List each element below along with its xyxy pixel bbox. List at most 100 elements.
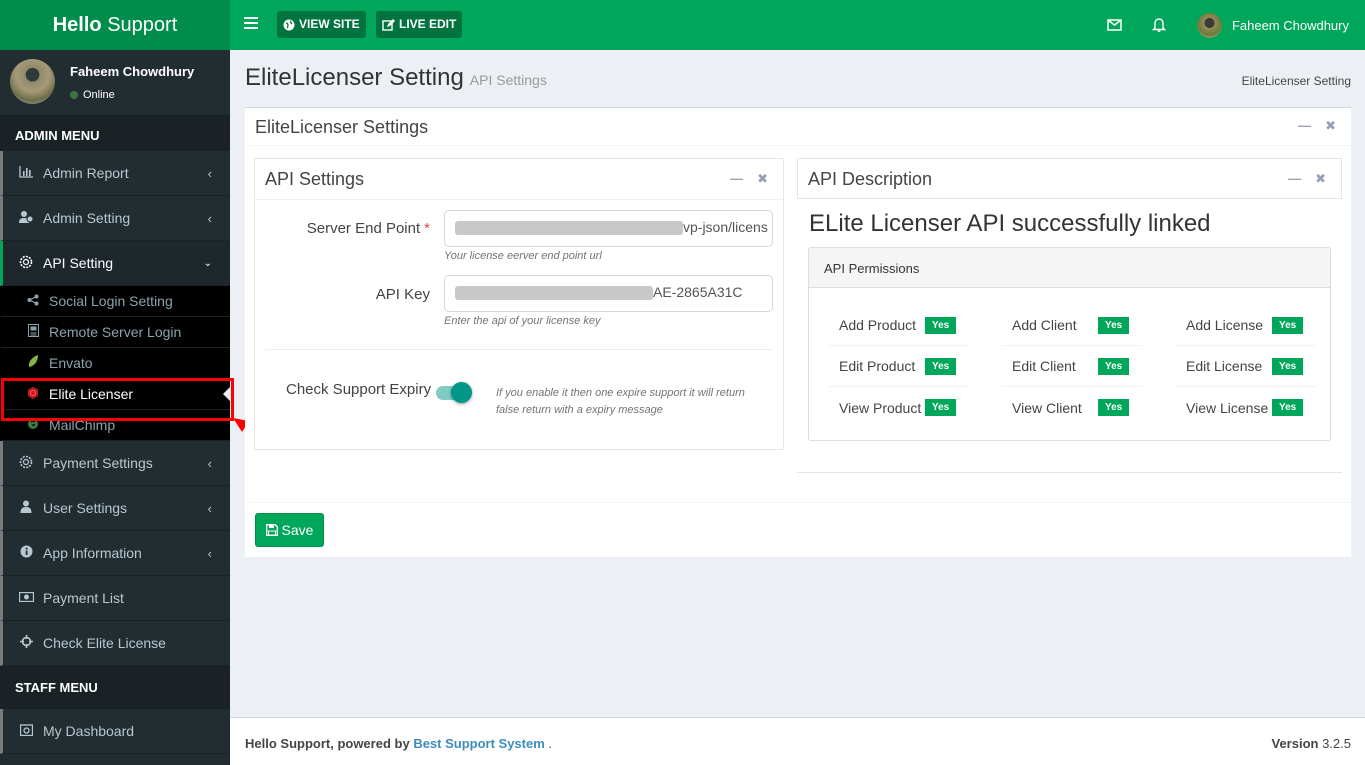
share-icon	[25, 294, 41, 309]
chevron-down-icon: ⌄	[203, 257, 212, 269]
mailchimp-icon	[25, 418, 41, 433]
permission-item: Edit Client Yes	[1002, 346, 1142, 387]
redacted-value	[455, 286, 653, 301]
check-support-expiry-label: Check Support Expiry	[286, 381, 432, 398]
close-icon[interactable]: ✖	[1325, 118, 1336, 134]
sidebar-item-payment-list[interactable]: Payment List	[0, 576, 230, 621]
money-icon	[17, 591, 35, 605]
api-key-input[interactable]: AE-2865A31C	[444, 275, 773, 312]
collapse-icon[interactable]: —	[1298, 118, 1311, 134]
server-end-point-help: Your license eerver end point url	[444, 250, 602, 262]
save-button[interactable]: Save	[255, 513, 324, 547]
api-description-header: API Description — ✖	[797, 158, 1342, 199]
sidebar-item-my-dashboard[interactable]: My Dashboard	[0, 709, 230, 754]
sidebar: Faheem Chowdhury Online ADMIN MENU Admin…	[0, 50, 230, 765]
floppy-disk-icon	[265, 524, 278, 536]
user-icon	[17, 500, 35, 516]
chevron-left-icon: ‹	[207, 455, 212, 471]
box-tools: — ✖	[1298, 118, 1336, 134]
divider	[265, 349, 773, 350]
sidebar-toggle-icon[interactable]	[244, 17, 258, 29]
status-badge: Yes	[1272, 316, 1304, 334]
view-site-button[interactable]: VIEW SITE	[277, 11, 366, 38]
sidebar-subitem-envato[interactable]: Envato	[0, 348, 230, 379]
gear-icon	[17, 455, 35, 472]
camera-icon	[17, 723, 35, 739]
status-badge: Yes	[1098, 399, 1130, 416]
server-icon	[25, 324, 41, 340]
leaf-icon	[25, 355, 41, 371]
server-end-point-input[interactable]: vp-json/licens	[444, 210, 773, 247]
collapse-icon[interactable]: —	[1288, 171, 1301, 187]
permission-item: Edit License Yes	[1176, 346, 1316, 387]
sidebar-item-user-settings[interactable]: User Settings ‹	[0, 486, 230, 531]
status-badge: Yes	[925, 316, 957, 334]
redacted-value	[455, 221, 683, 236]
users-cog-icon	[17, 210, 35, 226]
permission-item: Edit Product Yes	[829, 346, 969, 387]
close-icon[interactable]: ✖	[1315, 171, 1326, 187]
close-icon[interactable]: ✖	[757, 171, 768, 187]
status-badge: Yes	[925, 357, 957, 375]
status-badge: Yes	[1272, 399, 1304, 416]
online-dot-icon	[70, 91, 78, 99]
chevron-left-icon: ‹	[207, 500, 212, 516]
gear-icon	[17, 255, 35, 272]
sidebar-item-api-setting[interactable]: API Setting ⌄	[0, 241, 230, 286]
permission-item: View Client Yes	[1002, 387, 1142, 428]
api-setting-submenu: Social Login Setting Remote Server Login…	[0, 286, 230, 441]
collapse-icon[interactable]: —	[730, 171, 743, 187]
sidebar-item-payment-settings[interactable]: Payment Settings ‹	[0, 441, 230, 486]
sidebar-item-app-information[interactable]: App Information ‹	[0, 531, 230, 576]
sidebar-item-admin-report[interactable]: Admin Report ‹	[0, 151, 230, 196]
app-logo[interactable]: Hello Support	[0, 0, 230, 50]
permission-item: View License Yes	[1176, 387, 1316, 428]
info-icon	[17, 545, 35, 561]
check-support-expiry-help: If you enable it then one expire support…	[496, 387, 745, 416]
permission-item: Add Product Yes	[829, 305, 969, 346]
sidebar-subitem-mailchimp[interactable]: MailChimp	[0, 410, 230, 441]
permission-item: View Product Yes	[829, 387, 969, 428]
sidebar-item-admin-setting[interactable]: Admin Setting ‹	[0, 196, 230, 241]
user-panel: Faheem Chowdhury Online	[0, 50, 230, 115]
api-linked-message: ELite Licenser API successfully linked	[809, 210, 1211, 237]
page-subtitle: API Settings	[469, 72, 547, 88]
breadcrumb[interactable]: EliteLicenser Setting	[1242, 74, 1351, 88]
api-permissions-title: API Permissions	[809, 248, 1330, 288]
avatar	[1196, 13, 1222, 38]
shield-icon	[25, 386, 41, 402]
mail-icon[interactable]	[1107, 18, 1122, 34]
server-end-point-label: Server End Point *	[306, 220, 430, 237]
footer-link[interactable]: Best Support System	[413, 736, 544, 751]
box-footer-divider	[245, 502, 1351, 503]
globe-icon	[283, 19, 295, 30]
api-key-help: Enter the api of your license key	[444, 315, 601, 327]
box-tools: — ✖	[1288, 171, 1326, 187]
box-title: EliteLicenser Settings	[245, 108, 1351, 146]
content-header: EliteLicenser Setting API Settings	[245, 64, 547, 92]
api-key-label: API Key	[375, 286, 430, 303]
bell-icon[interactable]	[1151, 17, 1167, 35]
chevron-left-icon: ‹	[207, 165, 212, 181]
check-support-expiry-toggle[interactable]	[436, 382, 472, 403]
admin-menu-header: ADMIN MENU	[0, 115, 230, 151]
version-info: Version 3.2.5	[1271, 736, 1351, 751]
top-navbar: VIEW SITE LIVE EDIT Faheem Chowdhury	[230, 0, 1365, 50]
api-settings-header: API Settings — ✖	[255, 159, 783, 200]
user-status: Online	[70, 89, 115, 101]
chevron-left-icon: ‹	[207, 545, 212, 561]
page-title: EliteLicenser Setting	[245, 64, 464, 91]
avatar	[10, 59, 55, 104]
bar-chart-icon	[17, 165, 35, 181]
live-edit-button[interactable]: LIVE EDIT	[376, 11, 463, 38]
sidebar-subitem-elite-licenser[interactable]: Elite Licenser	[0, 379, 230, 410]
permission-item: Add Client Yes	[1002, 305, 1142, 346]
sidebar-item-check-elite-license[interactable]: Check Elite License	[0, 621, 230, 666]
status-badge: Yes	[925, 399, 957, 416]
crosshair-icon	[17, 635, 35, 651]
box-tools: — ✖	[730, 171, 768, 187]
sidebar-subitem-social-login[interactable]: Social Login Setting	[0, 286, 230, 317]
sidebar-subitem-remote-server-login[interactable]: Remote Server Login	[0, 317, 230, 348]
page-footer: Hello Support, powered by Best Support S…	[230, 717, 1365, 765]
user-menu[interactable]: Faheem Chowdhury	[1196, 13, 1349, 38]
